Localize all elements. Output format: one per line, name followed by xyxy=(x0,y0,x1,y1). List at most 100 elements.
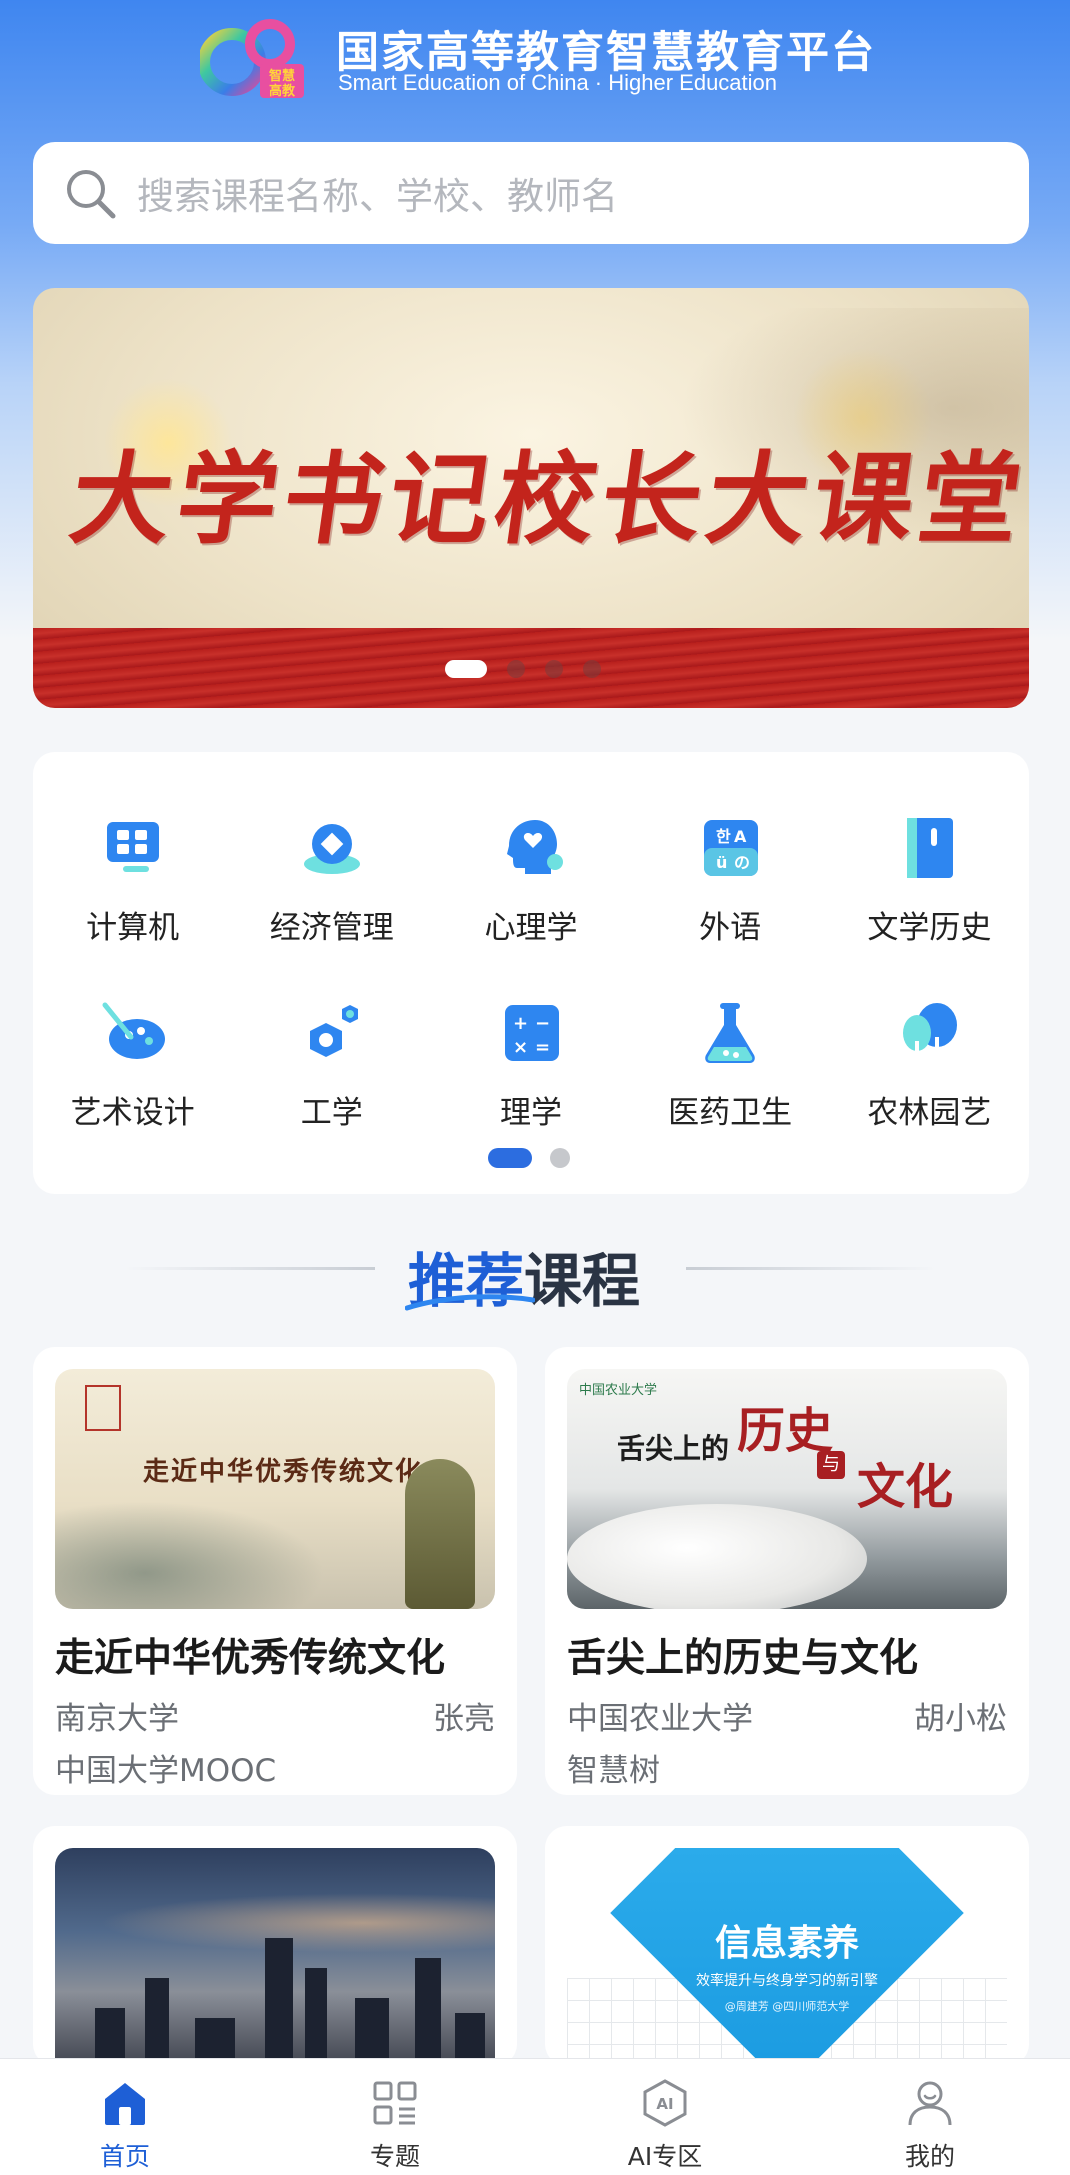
category-page-dot-active[interactable] xyxy=(488,1148,532,1168)
svg-text:の: の xyxy=(734,853,750,872)
building xyxy=(415,1958,441,2066)
course-card[interactable]: 走近中华优秀传统文化 走近中华优秀传统文化 南京大学 张亮 中国大学MOOC xyxy=(33,1347,517,1795)
banner-dot[interactable] xyxy=(545,660,563,678)
platform-logo-icon[interactable]: 智慧 高教 xyxy=(200,14,312,104)
category-label: 计算机 xyxy=(86,910,180,946)
flask-icon xyxy=(705,1003,755,1063)
svg-text:+: + xyxy=(513,1013,528,1034)
course-platform: 中国大学MOOC xyxy=(55,1753,277,1789)
course-card[interactable]: 信息素养 效率提升与终身学习的新引擎 @周建芳 @四川师范大学 xyxy=(545,1826,1029,2066)
course-cover-image[interactable]: 信息素养 效率提升与终身学习的新引擎 @周建芳 @四川师范大学 xyxy=(567,1848,1007,2066)
banner-dot[interactable] xyxy=(583,660,601,678)
banner-title: 大学书记校长大课堂 xyxy=(63,440,1029,558)
course-title: 舌尖上的历史与文化 xyxy=(567,1636,919,1681)
category-engineering[interactable]: 工学 xyxy=(232,997,431,1132)
seal-stamp xyxy=(85,1385,121,1431)
category-psychology[interactable]: 心理学 xyxy=(431,812,630,947)
category-label: 农林园艺 xyxy=(867,1095,992,1131)
category-label: 理学 xyxy=(499,1095,562,1131)
cover-text: 舌尖上的 xyxy=(617,1432,730,1465)
course-title: 走近中华优秀传统文化 xyxy=(55,1636,446,1681)
statue-image xyxy=(405,1459,475,1609)
nav-profile[interactable]: 我的 xyxy=(790,2059,1070,2175)
course-school: 南京大学 xyxy=(55,1701,179,1737)
building xyxy=(265,1938,293,2066)
search-input[interactable]: 搜索课程名称、学校、教师名 xyxy=(137,166,618,220)
category-science[interactable]: + − × = 理学 xyxy=(431,997,630,1132)
tree-icon xyxy=(903,1003,958,1063)
nav-topics[interactable]: 专题 xyxy=(250,2059,540,2175)
course-card[interactable] xyxy=(33,1826,517,2066)
divider-line xyxy=(125,1267,375,1270)
psychology-icon xyxy=(506,820,563,874)
category-agriculture[interactable]: 农林园艺 xyxy=(830,997,1029,1132)
category-label: 经济管理 xyxy=(269,910,394,946)
banner-dot-active[interactable] xyxy=(445,660,487,678)
category-computer[interactable]: 计算机 xyxy=(33,812,232,947)
svg-text:한: 한 xyxy=(716,827,731,846)
calculator-icon: + − × = xyxy=(504,1005,559,1061)
nav-label: 首页 xyxy=(99,2142,150,2171)
course-cover-image[interactable]: 走近中华优秀传统文化 xyxy=(55,1369,495,1609)
building xyxy=(355,1998,389,2066)
nav-label: 专题 xyxy=(369,2142,420,2171)
svg-text:×: × xyxy=(513,1037,528,1058)
category-label: 工学 xyxy=(300,1095,363,1131)
category-label: 文学历史 xyxy=(867,910,992,946)
svg-text:AI: AI xyxy=(656,2095,673,2113)
palette-icon xyxy=(102,1002,165,1059)
book-icon xyxy=(907,818,954,878)
divider-line xyxy=(686,1267,936,1270)
course-teacher: 张亮 xyxy=(433,1701,495,1737)
cover-text: 与 xyxy=(817,1451,845,1479)
course-school: 中国农业大学 xyxy=(567,1701,753,1737)
category-language[interactable]: 한 A ü の 外语 xyxy=(631,812,830,947)
platform-subtitle: Smart Education of China · Higher Educat… xyxy=(338,70,778,95)
topics-icon xyxy=(373,2081,417,2125)
economics-icon xyxy=(303,824,360,874)
category-art-design[interactable]: 艺术设计 xyxy=(33,997,232,1132)
category-economics[interactable]: 经济管理 xyxy=(232,812,431,947)
cover-credit: @周建芳 @四川师范大学 xyxy=(724,2000,850,2013)
category-panel: 计算机 经济管理 心理学 한 A ü の 外语 文学历史 艺术设计 工学 + −… xyxy=(33,752,1029,1194)
category-page-dot[interactable] xyxy=(550,1148,570,1168)
cover-title: 走近中华优秀传统文化 xyxy=(143,1457,424,1487)
banner-carousel[interactable]: 大学书记校长大课堂 xyxy=(33,288,1029,708)
section-title-rest: 课程 xyxy=(524,1247,641,1315)
profile-icon xyxy=(908,2081,952,2126)
course-teacher: 胡小松 xyxy=(914,1701,1007,1737)
nav-label: AI专区 xyxy=(627,2142,703,2171)
category-medicine[interactable]: 医药卫生 xyxy=(631,997,830,1132)
category-pagination xyxy=(488,1148,570,1168)
banner-dot[interactable] xyxy=(507,660,525,678)
svg-text:A: A xyxy=(734,827,747,846)
building xyxy=(305,1968,327,2066)
nav-ai-zone[interactable]: AI AI专区 xyxy=(540,2059,790,2175)
category-label: 医药卫生 xyxy=(668,1095,793,1131)
svg-text:=: = xyxy=(535,1037,550,1058)
banner-pagination xyxy=(445,660,601,678)
spoon-image xyxy=(567,1504,867,1609)
university-logo: 中国农业大学 xyxy=(579,1383,658,1398)
category-literature-history[interactable]: 文学历史 xyxy=(830,812,1029,947)
nav-home[interactable]: 首页 xyxy=(0,2059,250,2175)
svg-text:ü: ü xyxy=(716,853,727,872)
bottom-navigation: 首页 专题 AI AI专区 我的 xyxy=(0,2058,1070,2175)
svg-text:智慧: 智慧 xyxy=(269,68,295,84)
app-header: 智慧 高教 国家高等教育智慧教育平台 Smart Education of Ch… xyxy=(0,0,1070,130)
cover-text: 文化 xyxy=(857,1459,954,1515)
category-label: 心理学 xyxy=(484,910,578,946)
svg-text:−: − xyxy=(535,1013,550,1034)
nav-label: 我的 xyxy=(904,2142,955,2171)
computer-icon xyxy=(106,822,159,872)
ai-icon: AI xyxy=(643,2079,687,2127)
course-cover-image[interactable]: 中国农业大学 舌尖上的 历史 与 文化 xyxy=(567,1369,1007,1609)
ink-landscape xyxy=(55,1489,355,1609)
course-cover-image[interactable] xyxy=(55,1848,495,2066)
home-icon xyxy=(105,2083,145,2125)
course-card[interactable]: 中国农业大学 舌尖上的 历史 与 文化 舌尖上的历史与文化 中国农业大学 胡小松… xyxy=(545,1347,1029,1795)
search-bar[interactable]: 搜索课程名称、学校、教师名 xyxy=(33,142,1029,244)
cover-subtitle: 效率提升与终身学习的新引擎 xyxy=(696,1973,878,1989)
title-underline-swoosh xyxy=(405,1294,535,1311)
category-label: 外语 xyxy=(699,910,762,946)
